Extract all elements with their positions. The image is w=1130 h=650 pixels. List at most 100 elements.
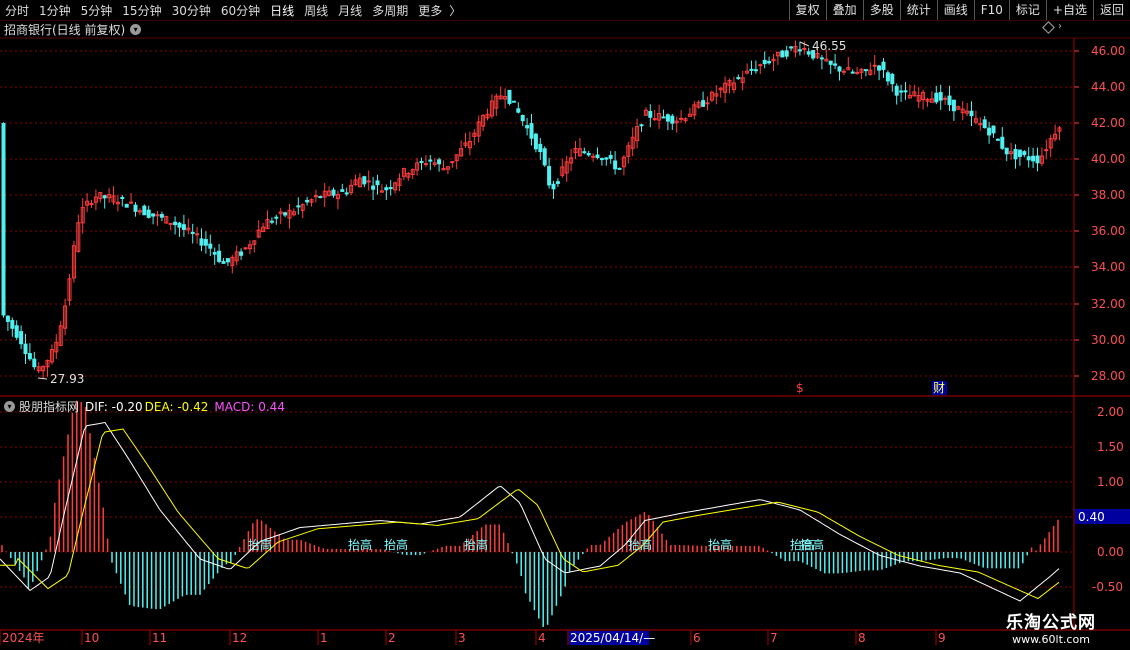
price-axis-label: 34.00 [1091,260,1125,274]
candle-body [1048,138,1053,149]
tab-timeframe-3[interactable]: 15分钟 [117,2,166,19]
dea-line [0,428,1060,600]
candle-body [199,238,204,246]
candle-body [344,192,349,195]
date-cursor-box [569,631,649,645]
candle-body [850,71,855,74]
candle-body [371,185,376,190]
tab-timeframe-6[interactable]: 日线 [265,2,299,19]
candle-body [159,214,164,218]
candle-body [670,115,675,124]
candle-body [714,93,719,97]
tab-timeframe-2[interactable]: 5分钟 [76,2,118,19]
candle-body [608,155,613,159]
chevron-right-icon[interactable]: 〉 [447,2,463,19]
candle-body [828,60,833,65]
price-axis-label: 28.00 [1091,369,1125,383]
candle-body [203,239,208,246]
candle-body [582,151,587,154]
chevron-down-icon[interactable]: ▾ [4,401,15,412]
candle-body [802,47,807,50]
toolbar-button-6[interactable]: 标记 [1008,0,1046,20]
candle-body [872,64,877,67]
candle-body [674,120,679,124]
toolbar-button-1[interactable]: 叠加 [825,0,863,20]
tab-timeframe-8[interactable]: 月线 [333,2,367,19]
chevron-down-icon[interactable]: ▾ [130,23,142,35]
candle-body [573,147,578,153]
toolbar-button-0[interactable]: 复权 [788,0,826,20]
chevron-right-icon[interactable]: › [1058,21,1062,32]
candle-body [41,366,46,372]
candle-body [305,199,310,203]
toolbar-button-7[interactable]: +自选 [1045,0,1093,20]
candle-body [115,201,120,205]
candle-body [978,122,983,126]
dea-label: DEA: -0.42 [144,399,209,414]
candle-body [1057,127,1062,132]
candle-body [965,110,970,114]
diamond-icon[interactable] [1042,21,1055,34]
tab-timeframe-1[interactable]: 1分钟 [34,2,76,19]
candle-body [538,143,543,153]
candle-body [14,325,19,338]
price-axis-label: 40.00 [1091,152,1125,166]
candle-body [855,71,860,74]
macd-axis-label: 1.50 [1097,440,1124,454]
toolbar-button-5[interactable]: F10 [973,0,1009,20]
tab-timeframe-5[interactable]: 60分钟 [216,2,265,19]
tab-timeframe-9[interactable]: 多周期 [367,2,413,19]
tab-timeframe-0[interactable]: 分时 [0,2,34,19]
candle-body [661,116,666,119]
toolbar-button-3[interactable]: 统计 [899,0,937,20]
macd-header: ▾ 股朋指标网 DIF: -0.20 DEA: -0.42 MACD: 0.44 [4,398,285,415]
candle-body [775,51,780,57]
candle-body [687,113,692,117]
candle-body [331,189,336,196]
candle-body [247,244,252,250]
candle-body [863,69,868,72]
candle-body [621,156,626,168]
tab-timeframe-4[interactable]: 30分钟 [167,2,216,19]
candle-body [833,63,838,66]
tab-timeframe-7[interactable]: 周线 [299,2,333,19]
candle-body [947,95,952,106]
price-low-pointer [37,377,48,380]
toolbar-button-4[interactable]: 画线 [936,0,974,20]
candle-body [533,133,538,150]
candle-body [1000,136,1005,149]
event-marker: 财 [933,381,945,395]
candle-body [745,70,750,74]
candle-body [432,162,437,165]
tab-timeframe-10[interactable]: 更多 [413,2,447,19]
candle-body [604,157,609,160]
candle-body [353,179,358,186]
candle-body [1013,148,1018,160]
candle-body [1039,155,1044,164]
candle-body [749,68,754,71]
candle-body [758,64,763,67]
candle-body [102,195,107,199]
candle-body [467,140,472,149]
candle-body [406,172,411,178]
macd-annotation: 抬高 [464,537,488,552]
candle-body [806,51,811,55]
date-axis-label: 1 [320,631,328,645]
candle-body [397,178,402,186]
candle-body [498,95,503,100]
watermark-title: 乐淘公式网 [1006,613,1096,633]
date-axis-label: 12 [232,631,247,645]
candle-body [1009,151,1014,155]
candle-body [630,136,635,149]
candle-body [129,201,134,204]
candle-body [151,213,156,217]
price-low-label: 27.93 [50,372,84,386]
candle-body [542,148,547,166]
price-high-pointer [799,41,810,47]
macd-axis-label: 0.50 [1097,510,1124,524]
toolbar-button-2[interactable]: 多股 [862,0,900,20]
candle-body [441,168,446,171]
toolbar-button-8[interactable]: 返回 [1092,0,1130,20]
candle-body [133,204,138,212]
candle-body [300,204,305,211]
